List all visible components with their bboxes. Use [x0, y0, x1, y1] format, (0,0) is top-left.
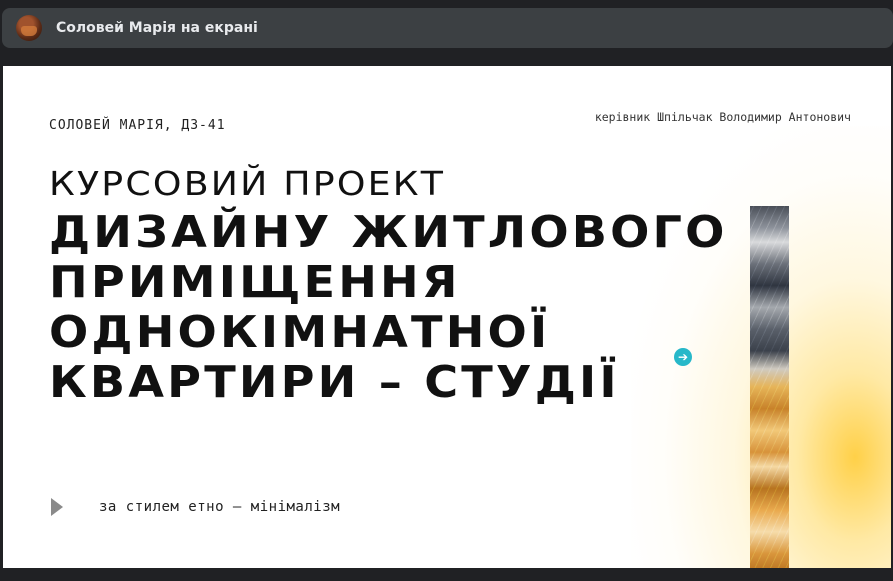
arrow-right-icon[interactable]: ➔	[674, 348, 692, 366]
ethno-image-strip	[750, 206, 789, 568]
shared-slide: СОЛОВЕЙ МАРІЯ, ДЗ-41 керівник Шпільчак В…	[3, 66, 891, 568]
author-label: СОЛОВЕЙ МАРІЯ, ДЗ-41	[49, 118, 226, 133]
heading-top: КУРСОВИЙ ПРОЕКТ	[49, 164, 446, 203]
play-icon	[51, 498, 63, 516]
heading-line: ОДНОКІМНАТНОЇ	[49, 307, 551, 358]
heading-line: ДИЗАЙНУ ЖИТЛОВОГО	[49, 207, 728, 258]
slide-main-heading: ДИЗАЙНУ ЖИТЛОВОГО ПРИМІЩЕННЯ ОДНОКІМНАТН…	[49, 208, 805, 408]
heading-line: КВАРТИРИ – СТУДІЇ	[49, 357, 620, 408]
presenter-title: Соловей Марія на екрані	[56, 20, 258, 36]
heading-line: ПРИМІЩЕННЯ	[49, 257, 461, 308]
supervisor-label: керівник Шпільчак Володимир Антонович	[594, 110, 851, 124]
presenter-bar: Соловей Марія на екрані	[2, 8, 893, 48]
avatar	[16, 15, 42, 41]
style-note: за стилем етно – мінімалізм	[99, 499, 341, 515]
